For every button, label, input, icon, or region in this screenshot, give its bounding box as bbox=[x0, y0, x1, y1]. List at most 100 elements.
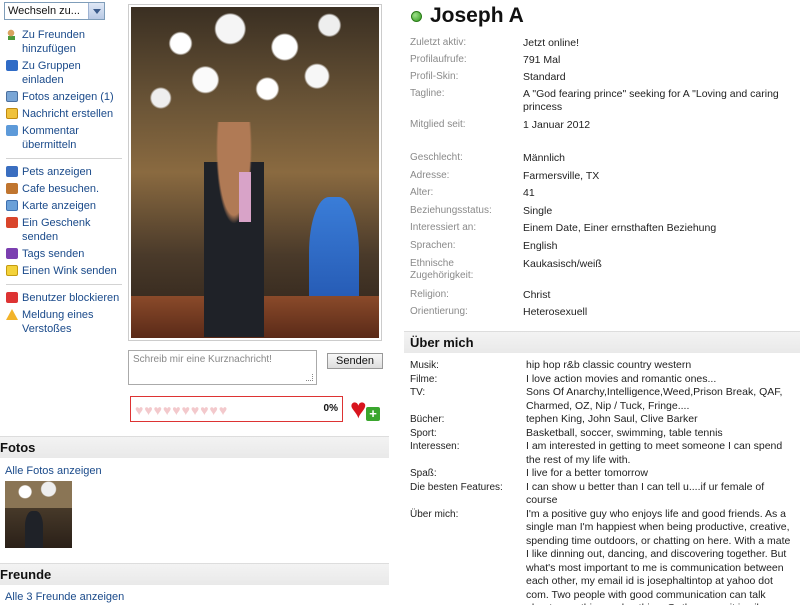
detail-value: Kaukasisch/weiß bbox=[523, 257, 602, 270]
detail-value: Heterosexuell bbox=[523, 306, 588, 319]
about-label: Musik: bbox=[410, 360, 439, 371]
detail-label: Profil-Skin: bbox=[410, 71, 459, 82]
gift-icon bbox=[6, 217, 18, 228]
gift-link[interactable]: Ein Geschenk senden bbox=[6, 216, 122, 244]
invite-group-label: Zu Gruppen einladen bbox=[22, 60, 81, 86]
detail-row: Profilaufrufe: 791 Mal bbox=[410, 54, 800, 71]
invite-group-link[interactable]: Zu Gruppen einladen bbox=[6, 59, 122, 87]
view-photos-link[interactable]: Fotos anzeigen (1) bbox=[6, 90, 122, 104]
detail-label: Zuletzt aktiv: bbox=[410, 37, 467, 48]
about-value: hip hop r&b classic country western bbox=[526, 359, 692, 371]
photo-thumbnail[interactable] bbox=[5, 481, 72, 548]
compose-message-label: Nachricht erstellen bbox=[22, 108, 114, 120]
detail-value: 41 bbox=[523, 187, 535, 200]
detail-label: Mitglied seit: bbox=[410, 119, 466, 130]
compose-message-link[interactable]: Nachricht erstellen bbox=[6, 107, 122, 121]
send-button[interactable]: Senden bbox=[327, 353, 383, 369]
online-status-icon bbox=[411, 11, 422, 22]
wink-label: Einen Wink senden bbox=[22, 265, 117, 277]
chevron-down-icon[interactable] bbox=[88, 3, 104, 19]
heart-icon: ♥ bbox=[350, 393, 367, 424]
about-label: Filme: bbox=[410, 373, 438, 385]
about-row: Interessen: I am interested in getting to… bbox=[410, 440, 800, 467]
detail-value: Einem Date, Einer ernsthaften Beziehung bbox=[523, 222, 717, 235]
divider bbox=[6, 158, 122, 159]
about-list: Musik: hip hop r&b classic country wester… bbox=[410, 359, 800, 605]
about-row: Spaß: I live for a better tomorrow bbox=[410, 467, 800, 481]
submit-comment-link[interactable]: Kommentar übermitteln bbox=[6, 124, 122, 152]
detail-row: Adresse: Farmersville, TX bbox=[410, 170, 800, 188]
all-photos-link[interactable]: Alle Fotos anzeigen bbox=[5, 465, 102, 477]
detail-label: Orientierung: bbox=[410, 306, 468, 318]
about-label: Interessen: bbox=[410, 441, 460, 452]
view-photos-label: Fotos anzeigen (1) bbox=[22, 91, 114, 103]
about-row: Musik: hip hop r&b classic country wester… bbox=[410, 359, 800, 373]
about-value: I can show u better than I can tell u...… bbox=[526, 480, 765, 507]
detail-row: Tagline: A "God fearing prince" seeking f… bbox=[410, 88, 800, 119]
detail-label: Ethnische Zugehörigkeit: bbox=[410, 257, 474, 281]
divider bbox=[6, 284, 122, 285]
pets-icon bbox=[6, 166, 18, 177]
about-label: TV: bbox=[410, 387, 426, 398]
detail-row: Interessiert an: Einem Date, Einer ernsth… bbox=[410, 222, 800, 240]
report-abuse-label: Meldung eines Verstoßes bbox=[22, 309, 94, 335]
fotos-section-title: Fotos bbox=[0, 436, 389, 458]
detail-row: Zuletzt aktiv: Jetzt online! bbox=[410, 37, 800, 54]
cafe-label: Cafe besuchen. bbox=[22, 183, 100, 195]
profile-actions: Zu Freunden hinzufügen Zu Gruppen einlad… bbox=[6, 28, 122, 336]
block-user-link[interactable]: Benutzer blockieren bbox=[6, 291, 122, 305]
warning-icon bbox=[6, 309, 18, 320]
detail-value: Standard bbox=[523, 71, 566, 83]
map-label: Karte anzeigen bbox=[22, 200, 96, 212]
navigate-select[interactable]: Wechseln zu... bbox=[4, 2, 105, 20]
about-value: I'm a positive guy who enjoys life and g… bbox=[526, 507, 791, 605]
detail-label: Religion: bbox=[410, 288, 449, 300]
detail-label: Geschlecht: bbox=[410, 152, 463, 163]
cafe-icon bbox=[6, 183, 18, 194]
detail-value: Männlich bbox=[523, 152, 566, 164]
about-label: Spaß: bbox=[410, 468, 437, 479]
all-friends-link[interactable]: Alle 3 Freunde anzeigen bbox=[5, 591, 124, 603]
detail-row: Beziehungsstatus: Single bbox=[410, 205, 800, 223]
detail-row: Geschlecht: Männlich bbox=[410, 152, 800, 170]
about-label: Die besten Features: bbox=[410, 481, 503, 493]
map-link[interactable]: Karte anzeigen bbox=[6, 199, 122, 213]
short-message-placeholder: Schreib mir eine Kurznachricht! bbox=[133, 354, 272, 365]
tags-link[interactable]: Tags senden bbox=[6, 247, 122, 261]
report-abuse-link[interactable]: Meldung eines Verstoßes bbox=[6, 308, 122, 336]
heart-rating-icons: ♥♥♥♥♥♥♥♥♥♥ bbox=[135, 402, 229, 418]
about-row: Filme: I love action movies and romantic … bbox=[410, 373, 800, 387]
cafe-link[interactable]: Cafe besuchen. bbox=[6, 182, 122, 196]
submit-comment-label: Kommentar übermitteln bbox=[22, 125, 79, 151]
detail-value: English bbox=[523, 239, 558, 252]
tags-label: Tags senden bbox=[22, 248, 85, 260]
profile-photo-frame bbox=[128, 4, 382, 341]
detail-label: Tagline: bbox=[410, 88, 445, 99]
pets-link[interactable]: Pets anzeigen bbox=[6, 165, 122, 179]
block-user-label: Benutzer blockieren bbox=[22, 292, 120, 304]
detail-label: Beziehungsstatus: bbox=[410, 204, 492, 216]
about-row: Über mich: I'm a positive guy who enjoys … bbox=[410, 508, 800, 605]
personal-details: Geschlecht: Männlich Adresse: Farmersville… bbox=[410, 152, 800, 324]
mail-icon bbox=[6, 108, 18, 119]
map-icon bbox=[6, 200, 18, 211]
heart-rating[interactable]: ♥♥♥♥♥♥♥♥♥♥ 0% bbox=[130, 396, 343, 422]
photo-icon bbox=[6, 91, 18, 102]
add-heart-button[interactable]: ♥ + bbox=[350, 393, 380, 424]
short-message-input[interactable]: Schreib mir eine Kurznachricht! bbox=[128, 350, 317, 385]
add-friend-link[interactable]: Zu Freunden hinzufügen bbox=[6, 28, 122, 56]
about-value: tephen King, John Saul, Clive Barker bbox=[526, 413, 698, 425]
detail-row: Orientierung: Heterosexuell bbox=[410, 306, 800, 324]
detail-label: Interessiert an: bbox=[410, 222, 477, 234]
freunde-section-title: Freunde bbox=[0, 563, 389, 585]
detail-label: Adresse: bbox=[410, 169, 450, 181]
add-friend-icon bbox=[6, 29, 18, 40]
detail-row: Ethnische Zugehörigkeit: Kaukasisch/weiß bbox=[410, 258, 800, 289]
plus-icon: + bbox=[366, 407, 380, 421]
wink-link[interactable]: Einen Wink senden bbox=[6, 264, 122, 278]
detail-value: Single bbox=[523, 204, 553, 217]
about-value: Sons Of Anarchy,Intelligence,Weed,Prison… bbox=[526, 386, 783, 412]
profile-details: Zuletzt aktiv: Jetzt online! Profilaufruf… bbox=[410, 37, 800, 136]
profile-photo[interactable] bbox=[131, 7, 379, 338]
detail-row: Sprachen: English bbox=[410, 240, 800, 258]
